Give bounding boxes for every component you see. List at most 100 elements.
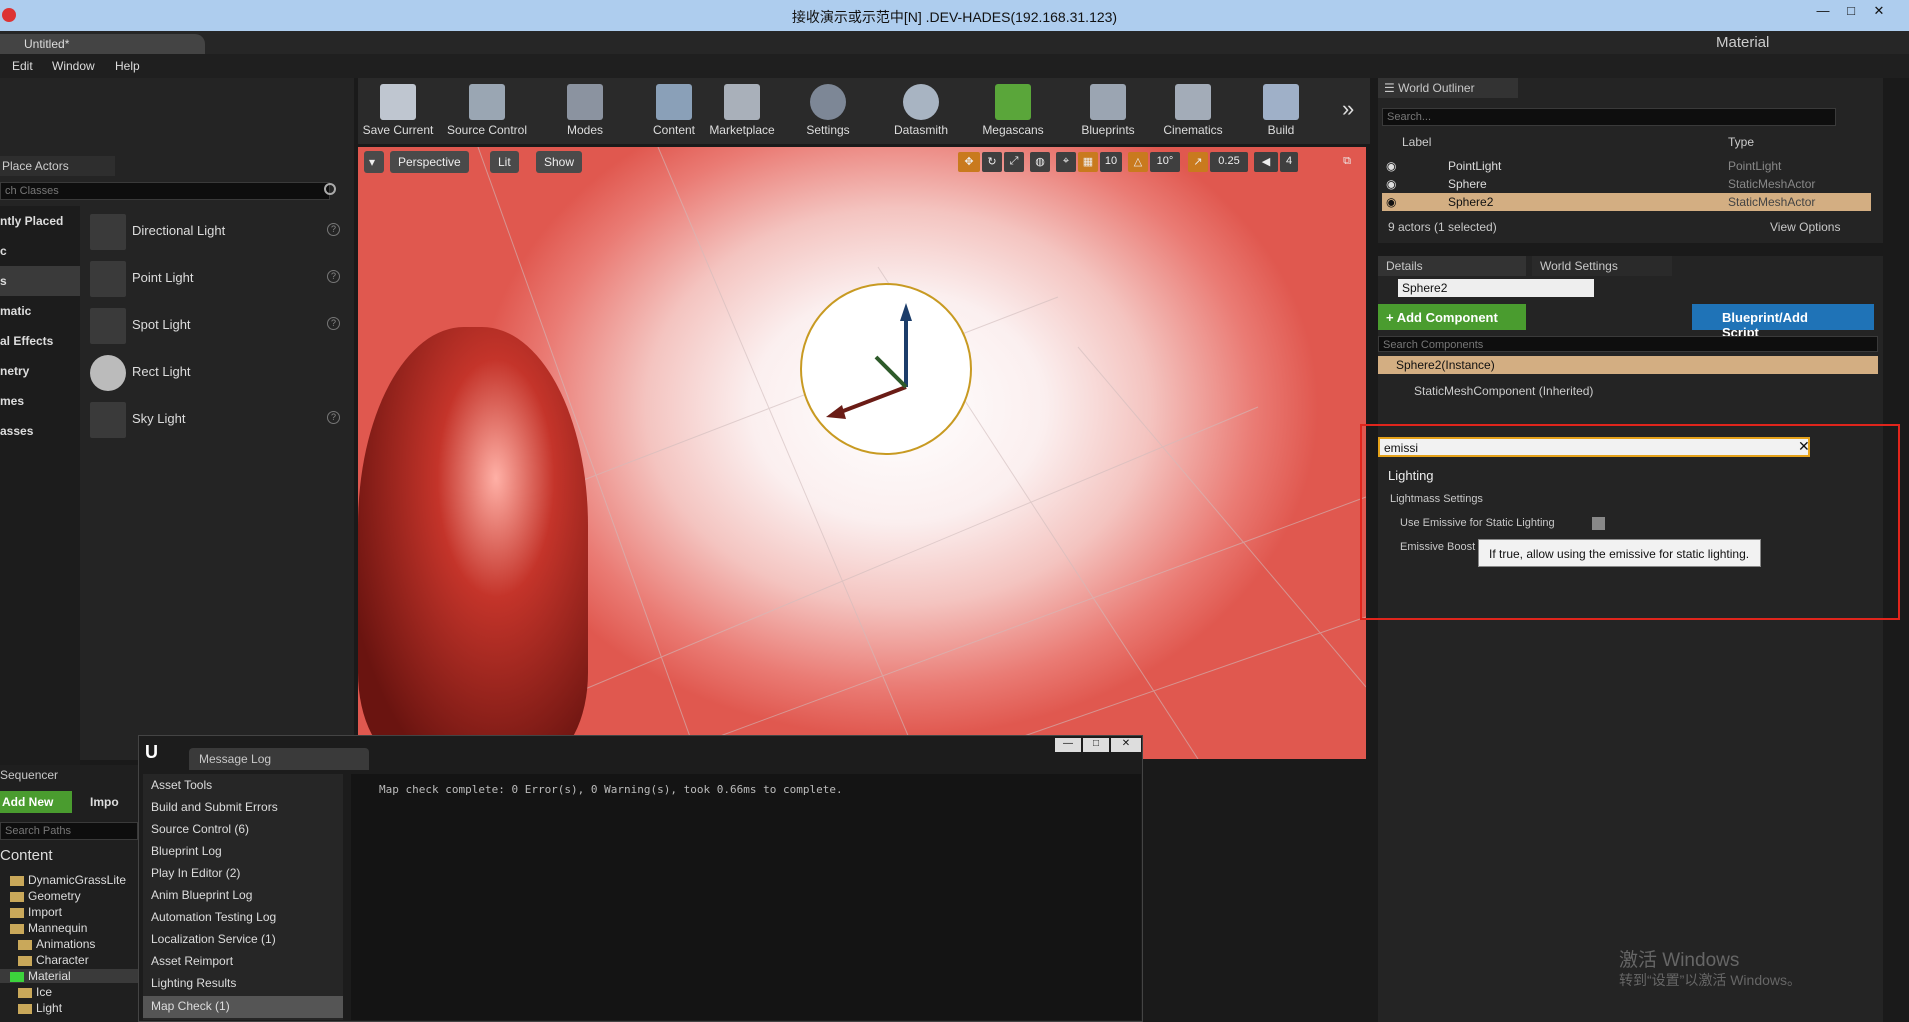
level-viewport[interactable]: ▾ Perspective Lit Show ✥ ↻ ⤢ ◍ ⌖ ▦ 10 △ … [358,147,1366,759]
outliner-row[interactable]: ◉ Sphere StaticMeshActor [1382,175,1871,193]
rotate-icon[interactable]: ↻ [982,152,1002,172]
folder-item[interactable]: Character [18,953,89,967]
add-component-button[interactable]: + Add Component [1378,304,1526,330]
blueprint-add-script-button[interactable]: Blueprint/Add Script [1692,304,1874,340]
log-category[interactable]: Localization Service (1) [151,932,276,946]
component-search-input[interactable]: Search Components [1378,336,1878,352]
tab-details[interactable]: Details [1378,256,1526,276]
save-current-button[interactable]: Save Current [360,80,436,142]
blueprints-button[interactable]: Blueprints [1070,80,1146,142]
scale-snap-icon[interactable]: ↗ [1188,152,1208,172]
menu-window[interactable]: Window [52,59,95,73]
actor-item-point-light[interactable]: Point Light ? [84,255,354,301]
category-cinematic[interactable]: matic [0,296,80,326]
column-type[interactable]: Type [1728,135,1754,149]
column-label[interactable]: Label [1402,135,1431,149]
outliner-search-input[interactable]: Search... [1382,108,1836,126]
folder-item[interactable]: Animations [18,937,95,951]
surface-snap-icon[interactable]: ⌖ [1056,152,1076,172]
camera-speed-value[interactable]: 4 [1280,152,1298,172]
category-all-classes[interactable]: asses [0,416,80,446]
log-category[interactable]: Play In Editor (2) [151,866,240,880]
log-category[interactable]: Blueprint Log [151,844,222,858]
viewport-options-button[interactable]: ▾ [364,151,384,173]
transform-gizmo-icon[interactable] [818,297,958,437]
lit-button[interactable]: Lit [490,151,519,173]
view-options-button[interactable]: View Options [1770,220,1840,234]
tab-world-outliner[interactable]: ☰ World Outliner [1378,78,1518,98]
actor-name-input[interactable]: Sphere2 [1398,279,1594,297]
tab-world-settings[interactable]: World Settings [1532,256,1672,276]
category-lights[interactable]: s [0,266,80,296]
add-new-button[interactable]: Add New [0,791,72,813]
megascans-button[interactable]: Megascans [976,80,1050,142]
folder-item[interactable]: DynamicGrassLite [10,873,126,887]
rotation-snap-value[interactable]: 10° [1150,152,1180,172]
scale-icon[interactable]: ⤢ [1004,152,1024,172]
tab-sequencer[interactable]: Sequencer [0,768,58,782]
tab-place-actors[interactable]: Place Actors [0,156,115,176]
folder-item[interactable]: Geometry [10,889,81,903]
source-control-button[interactable]: Source Control [444,80,530,142]
grid-snap-icon[interactable]: ▦ [1078,152,1098,172]
maximize-button[interactable]: □ [1838,3,1864,21]
outliner-row-selected[interactable]: ◉ Sphere2 StaticMeshActor [1382,193,1871,211]
settings-button[interactable]: Settings [796,80,860,142]
folder-item-selected[interactable]: Material [0,969,138,983]
category-geometry[interactable]: netry [0,356,80,386]
visibility-eye-icon[interactable]: ◉ [1386,177,1396,191]
cinematics-button[interactable]: Cinematics [1148,80,1238,142]
component-row[interactable]: StaticMeshComponent (Inherited) [1414,384,1593,398]
class-search-input[interactable]: ch Classes [0,182,330,200]
menu-edit[interactable]: Edit [12,59,33,73]
import-button[interactable]: Impo [90,795,119,809]
folder-item[interactable]: Ice [18,985,52,999]
perspective-button[interactable]: Perspective [390,151,469,173]
log-close-button[interactable]: ✕ [1111,738,1141,752]
help-icon[interactable]: ? [327,223,340,236]
menu-help[interactable]: Help [115,59,140,73]
marketplace-button[interactable]: Marketplace [704,80,780,142]
log-maximize-button[interactable]: □ [1083,738,1109,752]
world-space-icon[interactable]: ◍ [1030,152,1050,172]
log-category[interactable]: Automation Testing Log [151,910,276,924]
outliner-row[interactable]: ◉ PointLight PointLight [1382,157,1871,175]
help-icon[interactable]: ? [327,411,340,424]
category-volumes[interactable]: mes [0,386,80,416]
log-category[interactable]: Asset Tools [151,778,212,792]
camera-speed-icon[interactable]: ◀ [1254,152,1278,172]
show-button[interactable]: Show [536,151,583,173]
log-category[interactable]: Lighting Results [151,976,236,990]
help-icon[interactable]: ? [327,317,340,330]
log-category[interactable]: Source Control (6) [151,822,249,836]
datasmith-button[interactable]: Datasmith [888,80,954,142]
tab-message-log[interactable]: Message Log [189,748,369,770]
log-category-selected[interactable]: Map Check (1) [143,996,343,1018]
translate-icon[interactable]: ✥ [958,152,980,172]
close-button[interactable]: ✕ [1866,3,1892,21]
rotation-snap-icon[interactable]: △ [1128,152,1148,172]
grid-size-value[interactable]: 10 [1100,152,1122,172]
log-category[interactable]: Build and Submit Errors [151,800,278,814]
actor-item-directional-light[interactable]: Directional Light ? [84,208,354,254]
category-recently-placed[interactable]: ntly Placed [0,206,80,236]
help-icon[interactable]: ? [327,270,340,283]
minimize-button[interactable]: — [1810,3,1836,21]
folder-item[interactable]: Light [18,1001,62,1015]
build-button[interactable]: Build [1244,80,1318,142]
maximize-viewport-icon[interactable]: ⧉ [1338,152,1356,172]
category-basic[interactable]: c [0,236,80,266]
visibility-eye-icon[interactable]: ◉ [1386,195,1396,209]
log-minimize-button[interactable]: — [1055,738,1081,752]
folder-item[interactable]: Import [10,905,62,919]
folder-item[interactable]: Mannequin [10,921,87,935]
actor-item-rect-light[interactable]: Rect Light [84,349,354,395]
log-category[interactable]: Anim Blueprint Log [151,888,252,902]
visibility-eye-icon[interactable]: ◉ [1386,159,1396,173]
content-button[interactable]: Content [644,80,704,142]
actor-item-sky-light[interactable]: Sky Light ? [84,396,354,442]
category-visual-effects[interactable]: al Effects [0,326,80,356]
content-root[interactable]: Content [0,847,53,864]
modes-button[interactable]: Modes [554,80,616,142]
tab-untitled[interactable]: Untitled* [0,34,205,54]
